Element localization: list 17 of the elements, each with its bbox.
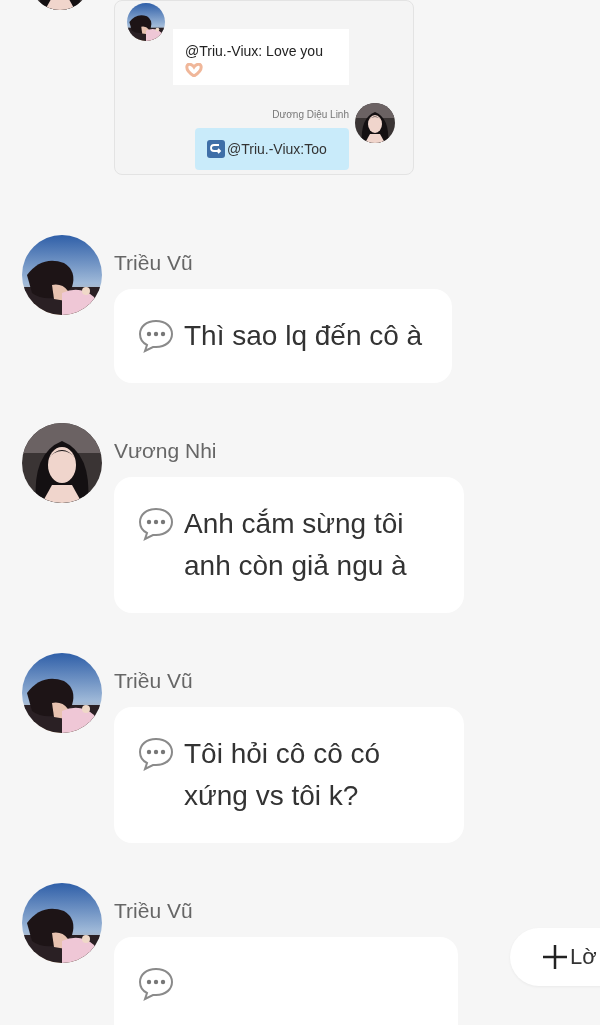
message-text: Anh cắm sừng tôi anh còn giả ngu à xyxy=(184,507,408,583)
sender-name: Dương Diệu Linh xyxy=(272,109,349,120)
message-text: @Triu.-Viux: Love you xyxy=(185,43,323,59)
sender-name: Triều Vũ xyxy=(114,669,194,693)
reply-icon xyxy=(207,140,225,158)
speech-bubble-icon xyxy=(138,737,174,771)
sender-name: Triều Vũ xyxy=(114,899,194,923)
message-text: @Triu.-Viux:Too xyxy=(227,141,327,157)
speech-bubble-icon xyxy=(138,507,174,541)
add-button[interactable]: Lờ xyxy=(510,928,600,986)
plus-icon xyxy=(542,944,568,970)
sender-name: Vương Nhi xyxy=(114,439,218,463)
message-text: Thì sao lq đến cô à xyxy=(184,319,423,353)
message-text: Tôi hỏi cô cô có xứng vs tôi k? xyxy=(184,737,382,813)
speech-bubble-icon xyxy=(138,967,174,1001)
speech-bubble-icon xyxy=(138,319,174,353)
sender-name: Triều Vũ xyxy=(114,251,194,275)
